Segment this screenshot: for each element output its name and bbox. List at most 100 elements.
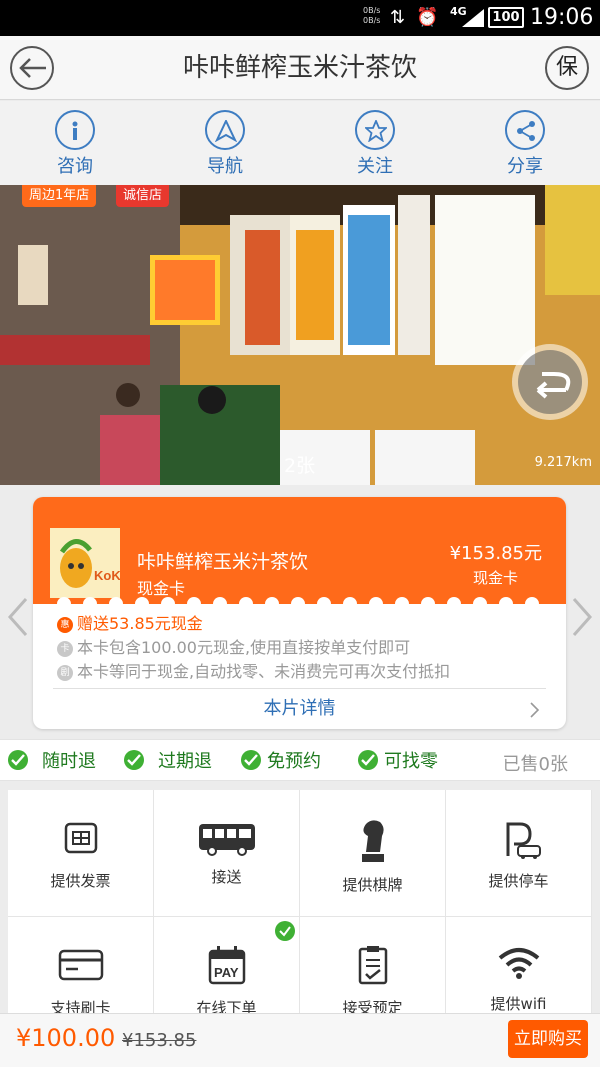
- perforation-dot: [161, 597, 175, 611]
- check-icon: [241, 750, 261, 770]
- change-badge: 剧: [57, 665, 73, 681]
- share-label: 分享: [507, 156, 543, 177]
- navigate-label: 导航: [207, 156, 243, 177]
- card-detail-link[interactable]: 本片详情: [33, 694, 566, 720]
- service-shuttle: 接送: [154, 790, 299, 916]
- bus-icon: [198, 824, 255, 856]
- feature-cash-info: 卡本卡包含100.00元现金,使用直接按单支付即可: [57, 637, 410, 659]
- card-price: ¥153.85元: [449, 543, 542, 564]
- page-title: 咔咔鲜榨玉米汁茶饮: [182, 53, 417, 83]
- perforation-dot: [421, 597, 435, 611]
- credit-card-icon: [58, 949, 103, 981]
- chevron-right-icon: [530, 702, 540, 718]
- card-badge: 卡: [57, 641, 73, 657]
- perforation-dot: [239, 597, 253, 611]
- card-price-type: 现金卡: [472, 569, 518, 587]
- service-chess: 提供棋牌: [300, 790, 445, 916]
- info-icon: [55, 110, 95, 150]
- checked-badge-icon: [275, 921, 295, 941]
- back-button[interactable]: [10, 46, 54, 90]
- consult-button[interactable]: 咨询: [0, 101, 150, 185]
- bonus-badge: 惠: [57, 617, 73, 633]
- perforation-dot: [265, 597, 279, 611]
- card-type: 现金卡: [137, 579, 186, 598]
- sale-price: ¥100.00: [16, 1024, 116, 1052]
- perforation-dot: [109, 597, 123, 611]
- check-icon: [358, 750, 378, 770]
- parking-icon: [506, 822, 541, 859]
- perforation-dot: [317, 597, 331, 611]
- feature-change-info: 剧本卡等同于现金,自动找零、未消费完可再次支付抵扣: [57, 661, 450, 683]
- guarantee-change: 可找零: [358, 750, 438, 773]
- title-bar: 咔咔鲜榨玉米汁茶饮 保: [0, 36, 600, 100]
- clock: 19:06: [530, 5, 594, 30]
- wifi-icon: [498, 948, 539, 979]
- distance-label: 9.217km: [534, 455, 592, 470]
- action-row: 咨询 导航 关注 分享: [0, 101, 600, 185]
- pay-calendar-icon: PAY: [208, 946, 245, 985]
- services-grid: 提供发票 接送 提供棋牌 提供停车 支持刷卡 PAY 在线下单 接受预定 提供w…: [8, 790, 592, 1043]
- perforation-dot: [447, 597, 461, 611]
- svg-text:KoK: KoK: [94, 568, 120, 583]
- invoice-icon: [64, 822, 97, 854]
- tag-store-age: 周边1年店: [22, 185, 97, 207]
- data-transfer-icon: ⇅: [390, 7, 406, 28]
- star-icon: [355, 110, 395, 150]
- chess-icon: [361, 820, 384, 862]
- battery-indicator: 100: [488, 7, 524, 28]
- guarantee-button[interactable]: 保: [545, 46, 589, 90]
- check-icon: [8, 750, 28, 770]
- return-button[interactable]: [512, 344, 588, 420]
- perforation-dot: [83, 597, 97, 611]
- photo-count: 2张: [284, 455, 316, 477]
- signal-icon: [462, 9, 484, 27]
- back-arrow-icon: [19, 58, 46, 78]
- svg-text:PAY: PAY: [214, 965, 239, 980]
- share-icon: [505, 110, 545, 150]
- previous-card-icon[interactable]: [6, 597, 30, 637]
- perforation-dot: [57, 597, 71, 611]
- store-photo[interactable]: 周边1年店 诚信店 2张 9.217km: [0, 185, 600, 485]
- return-icon: [536, 372, 571, 399]
- perforation-dot: [135, 597, 149, 611]
- guarantee-no-reservation: 免预约: [241, 750, 321, 773]
- follow-button[interactable]: 关注: [300, 101, 450, 185]
- purchase-bar: ¥100.00 ¥153.85 立即购买: [0, 1013, 600, 1067]
- perforation-dot: [525, 597, 539, 611]
- status-bar: 0B/s 0B/s ⇅ ⏰ 4G 100 19:06: [0, 0, 600, 36]
- card-header: KoK 咔咔鲜榨玉米汁茶饮 现金卡 ¥153.85元 现金卡: [33, 497, 566, 604]
- navigate-button[interactable]: 导航: [150, 101, 300, 185]
- card-store-name: 咔咔鲜榨玉米汁茶饮: [137, 551, 309, 573]
- buy-now-button[interactable]: 立即购买: [508, 1020, 588, 1058]
- perforation-dot: [187, 597, 201, 611]
- sold-count: 已售0张: [502, 754, 568, 775]
- share-button[interactable]: 分享: [450, 101, 600, 185]
- next-card-icon[interactable]: [570, 597, 594, 637]
- perforation-dot: [395, 597, 409, 611]
- alarm-icon: ⏰: [416, 7, 439, 28]
- check-icon: [124, 750, 144, 770]
- perforation-dot: [499, 597, 513, 611]
- service-parking: 提供停车: [446, 790, 591, 916]
- feature-bonus: 惠赠送53.85元现金: [57, 613, 203, 635]
- store-logo: KoK: [50, 528, 120, 598]
- network-speed: 0B/s 0B/s: [363, 6, 381, 25]
- follow-label: 关注: [357, 156, 393, 177]
- guarantee-bar: 随时退 过期退 免预约 可找零 已售0张: [0, 739, 600, 781]
- store-photo-image: [0, 185, 600, 485]
- perforation-dot: [343, 597, 357, 611]
- perforation-dot: [369, 597, 383, 611]
- perforation-dot: [473, 597, 487, 611]
- original-price: ¥153.85: [122, 1030, 197, 1051]
- guarantee-refund-anytime: 随时退: [8, 750, 96, 773]
- card-divider: [53, 688, 546, 689]
- clipboard-icon: [358, 946, 387, 985]
- consult-label: 咨询: [57, 156, 93, 177]
- cash-card[interactable]: KoK 咔咔鲜榨玉米汁茶饮 现金卡 ¥153.85元 现金卡 惠赠送53.85元…: [33, 497, 566, 729]
- perforation-dot: [291, 597, 305, 611]
- navigation-icon: [205, 110, 245, 150]
- perforation-dot: [213, 597, 227, 611]
- guarantee-refund-expired: 过期退: [124, 750, 212, 773]
- tag-trusted-store: 诚信店: [116, 185, 170, 207]
- service-invoice: 提供发票: [8, 790, 153, 916]
